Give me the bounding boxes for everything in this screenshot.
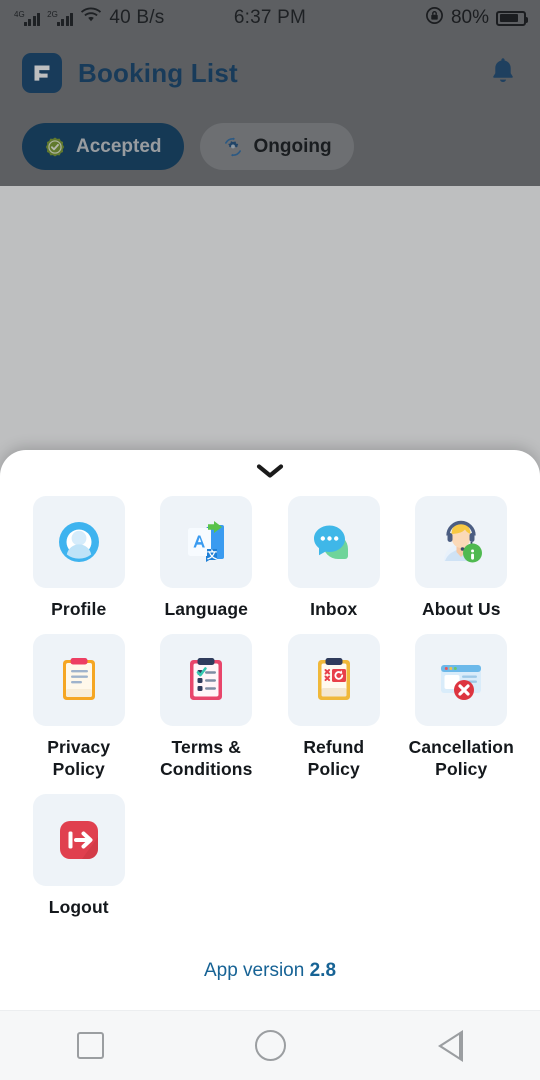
rotation-lock-icon [425,6,444,31]
menu-item-language[interactable]: 文 Language [150,496,264,620]
menu-tile[interactable]: 文 [160,496,253,588]
battery-icon [496,10,528,26]
menu-item-inbox[interactable]: Inbox [277,496,391,620]
menu-item-privacy-policy[interactable]: Privacy Policy [22,634,136,780]
app-version-number: 2.8 [309,960,337,981]
menu-item-about-us[interactable]: About Us [405,496,519,620]
menu-item-label: Terms & Conditions [160,737,253,779]
clipboard-refund-icon [307,653,361,707]
android-nav-bar [0,1010,540,1080]
app-version: App version 2.8 [0,960,540,982]
menu-item-label: Language [164,599,248,619]
menu-item-profile[interactable]: Profile [22,496,136,620]
battery-percent-label: 80% [450,7,489,28]
menu-bottom-sheet: Profile 文 Language Inbox About Us Privac… [0,450,540,1010]
nav-home-button[interactable] [215,1011,325,1080]
menu-tile[interactable] [415,496,508,588]
menu-item-label: Refund Policy [303,737,365,779]
menu-item-refund-policy[interactable]: Refund Policy [277,634,391,780]
translate-icon: 文 [179,515,233,569]
menu-tile[interactable] [160,634,253,727]
chat-bubbles-icon [307,515,361,569]
menu-item-label: Cancellation Policy [408,737,514,779]
phone-screen: 4G 2G 40 B/s 6:37 PM 80% Booking List Ac… [0,0,540,1080]
menu-tile[interactable] [32,634,125,727]
menu-tile[interactable] [415,634,508,727]
status-bar-right: 80% [425,6,528,31]
menu-item-cancellation-policy[interactable]: Cancellation Policy [405,634,519,780]
menu-item-label: Inbox [310,599,358,619]
user-avatar-icon [52,515,106,569]
menu-item-label: Logout [48,897,109,918]
svg-text:文: 文 [207,549,218,562]
logout-arrow-icon [52,813,106,867]
clipboard-document-icon [52,653,106,707]
chevron-down-icon[interactable] [255,462,285,485]
app-version-prefix: App version [203,960,305,981]
menu-item-label: Privacy Policy [47,737,111,779]
menu-tile[interactable] [287,634,380,727]
menu-tile[interactable] [32,794,125,887]
clipboard-checklist-icon [179,653,233,707]
nav-back-button[interactable] [395,1011,505,1080]
menu-item-label: About Us [421,599,501,619]
recents-square-icon[interactable] [76,1032,104,1059]
back-triangle-icon[interactable] [437,1029,463,1062]
menu-item-logout[interactable]: Logout [22,794,136,918]
menu-item-label: Profile [51,599,107,619]
browser-cancel-icon [434,653,488,707]
menu-grid: Profile 文 Language Inbox About Us Privac… [0,496,540,918]
sheet-handle[interactable] [0,450,540,496]
nav-recents-button[interactable] [35,1011,145,1080]
support-agent-info-icon [434,515,488,569]
menu-tile[interactable] [287,496,380,588]
home-circle-icon[interactable] [254,1030,286,1061]
menu-tile[interactable] [32,496,125,588]
menu-item-terms-conditions[interactable]: Terms & Conditions [150,634,264,780]
